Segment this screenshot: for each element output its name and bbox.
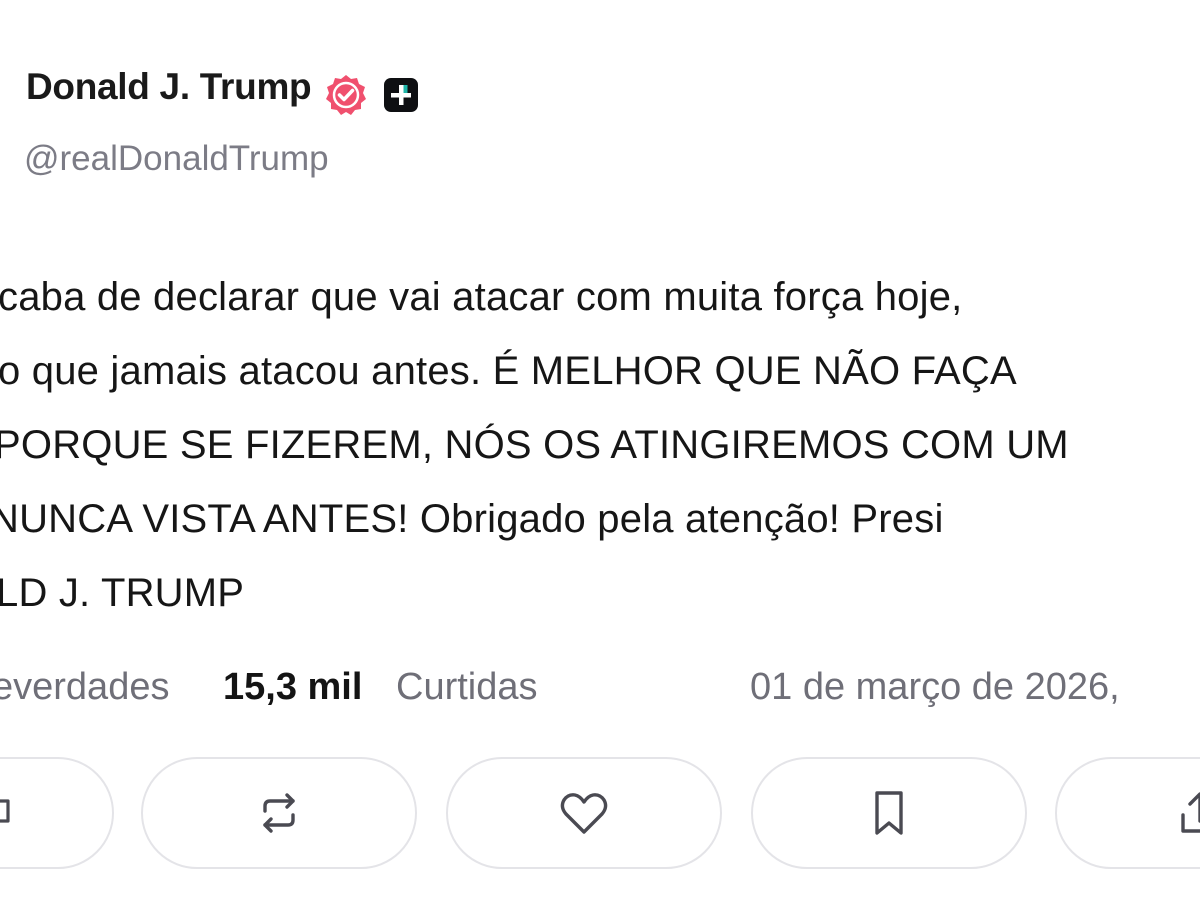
- post-date: 01 de março de 2026,: [750, 666, 1120, 708]
- post-text-line-1: caba de declarar que vai atacar com muit…: [0, 275, 963, 319]
- likes-label[interactable]: Curtidas: [396, 662, 538, 712]
- likes-count[interactable]: 15,3 mil: [223, 662, 362, 712]
- bookmark-icon: [875, 791, 903, 835]
- reply-button[interactable]: [0, 757, 114, 869]
- post-text-line-3: PORQUE SE FIZEREM, NÓS OS ATINGIREMOS CO…: [0, 423, 1069, 467]
- plus-square-icon: [384, 78, 418, 112]
- reply-icon: [0, 799, 10, 823]
- heart-icon: [560, 793, 608, 834]
- post-card: Donald J. Trump @realDonaldTrump caba de…: [0, 0, 1200, 900]
- retruth-icon: [263, 793, 295, 833]
- share-icon: [1181, 792, 1200, 833]
- author-name[interactable]: Donald J. Trump: [26, 66, 312, 108]
- bookmark-button[interactable]: [751, 757, 1027, 869]
- retruth-button[interactable]: [141, 757, 417, 869]
- post-text-line-5: LD J. TRUMP: [0, 571, 245, 615]
- post-text-line-2: o que jamais atacou antes. É MELHOR QUE …: [0, 349, 1017, 393]
- share-button[interactable]: [1055, 757, 1200, 869]
- author-handle[interactable]: @realDonaldTrump: [24, 139, 329, 179]
- retruths-count-label[interactable]: everdades: [0, 662, 169, 712]
- verified-badge-icon: [326, 75, 366, 115]
- like-button[interactable]: [446, 757, 722, 869]
- post-text-line-4: NUNCA VISTA ANTES! Obrigado pela atenção…: [0, 497, 944, 541]
